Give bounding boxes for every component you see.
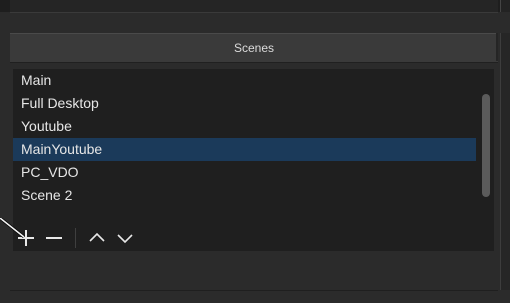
scenes-dock: Scenes Main Full Desktop Youtube MainYou… [10, 33, 498, 291]
chevron-up-icon [89, 232, 105, 242]
move-up-button[interactable] [84, 225, 110, 251]
right-dock-edge [500, 33, 510, 290]
scrollbar-thumb[interactable] [482, 94, 490, 197]
scene-item-youtube[interactable]: Youtube [13, 115, 494, 138]
mouse-pointer-icon [0, 218, 25, 239]
scene-item-full-desktop[interactable]: Full Desktop [13, 92, 494, 115]
remove-scene-button[interactable] [41, 225, 67, 251]
dock-title: Scenes [233, 41, 275, 55]
minus-icon [46, 237, 62, 239]
scene-item-main[interactable]: Main [13, 69, 494, 92]
scene-item-scene-2[interactable]: Scene 2 [13, 184, 494, 207]
dock-title-bar[interactable]: Scenes [10, 33, 498, 63]
top-dock-bar [10, 0, 498, 13]
toolbar-separator [75, 228, 76, 248]
chevron-down-icon [117, 234, 133, 244]
top-right-edge [500, 0, 510, 12]
scene-item-mainyoutube[interactable]: MainYoutube [13, 138, 476, 161]
scene-toolbar [13, 224, 138, 252]
move-down-button[interactable] [112, 225, 138, 251]
scene-item-pc-vdo[interactable]: PC_VDO [13, 161, 494, 184]
title-separator [496, 33, 498, 61]
